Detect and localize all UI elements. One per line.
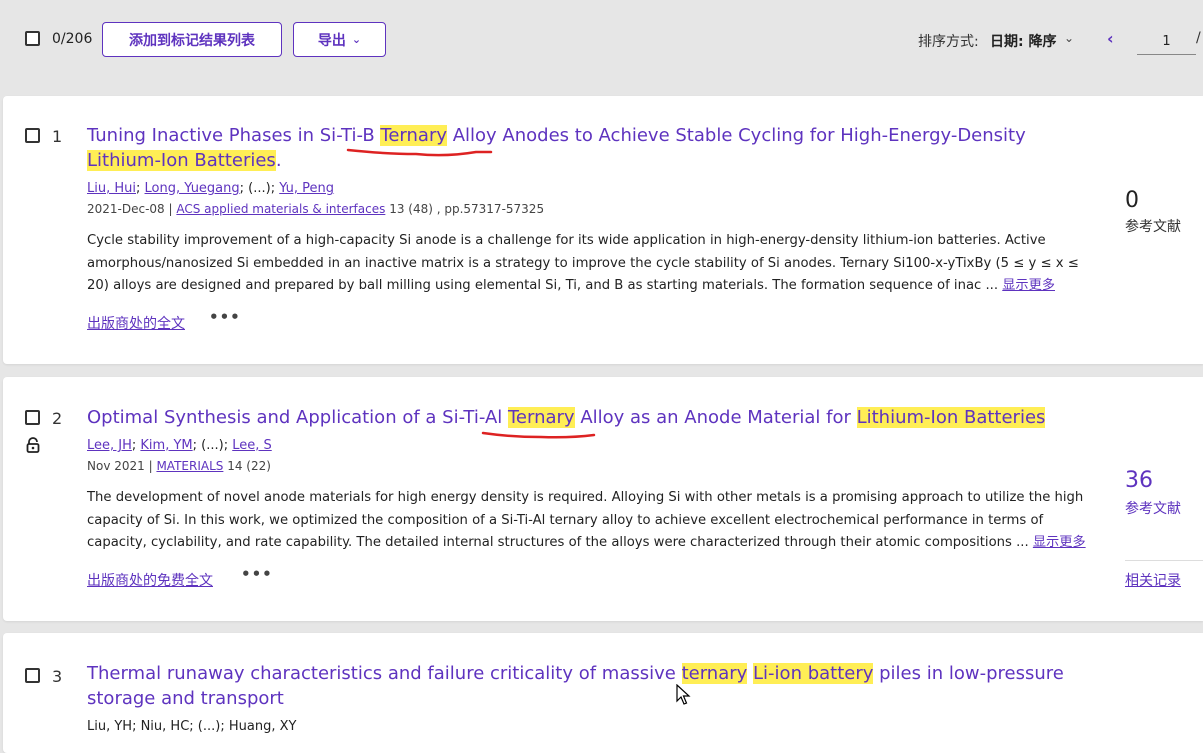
record-title-link[interactable]: Thermal runaway characteristics and fail… — [87, 661, 1087, 711]
reference-label-link[interactable]: 参考文献 — [1125, 498, 1181, 518]
reference-count: 0 — [1125, 188, 1139, 213]
reference-count-link[interactable]: 36 — [1125, 468, 1153, 493]
volume-info: 14 (22) — [227, 459, 271, 473]
title-text: Alloy as an Anode Material for — [574, 407, 857, 428]
record-checkbox[interactable] — [25, 410, 40, 425]
page-number-input[interactable] — [1137, 28, 1196, 55]
title-highlight: Lithium-Ion Batteries — [856, 407, 1046, 428]
export-label: 导出 — [317, 32, 346, 49]
title-highlight: Ternary — [508, 407, 575, 428]
record-authors: Liu, YH; Niu, HC; (...); Huang, XY — [87, 719, 297, 734]
record-number: 3 — [52, 667, 63, 686]
sort-label: 排序方式: — [918, 34, 979, 50]
author-link[interactable]: Liu, Hui — [87, 181, 136, 196]
selected-count: 0/206 — [52, 31, 93, 47]
record-abstract: The development of novel anode materials… — [87, 487, 1097, 555]
title-highlight: ternary — [681, 663, 748, 684]
show-more-link[interactable]: 显示更多 — [1002, 278, 1055, 293]
title-highlight: Li-ion battery — [753, 663, 874, 684]
record-card-2: 2 Optimal Synthesis and Application of a… — [3, 377, 1203, 621]
publisher-fulltext-link[interactable]: 出版商处的全文 — [87, 313, 185, 333]
prev-page-icon[interactable]: ‹ — [1107, 29, 1114, 48]
record-meta: Nov 2021 | MATERIALS 14 (22) — [87, 459, 271, 473]
publisher-free-fulltext-link[interactable]: 出版商处的免费全文 — [87, 570, 213, 590]
sort-chevron-down-icon[interactable]: ⌄ — [1064, 31, 1074, 45]
more-options-icon[interactable]: ••• — [241, 565, 273, 583]
volume-info: 13 (48) , pp.57317-57325 — [389, 202, 545, 216]
lock-open-icon — [26, 437, 40, 453]
red-underline-annotation — [481, 431, 596, 439]
author-link[interactable]: Kim, YM — [140, 438, 192, 453]
author-link[interactable]: Lee, JH — [87, 438, 132, 453]
export-button[interactable]: 导出 ⌄ — [293, 22, 386, 57]
record-title-link[interactable]: Optimal Synthesis and Application of a S… — [87, 405, 1087, 430]
results-toolbar: 0/206 添加到标记结果列表 导出 ⌄ 排序方式: 日期: 降序 ⌄ ‹ / — [0, 0, 1203, 84]
record-title-link[interactable]: Tuning Inactive Phases in Si-Ti-B Ternar… — [87, 123, 1087, 173]
publication-date: Nov 2021 — [87, 459, 145, 473]
record-number: 2 — [52, 409, 63, 428]
title-text: Tuning Inactive Phases in Si-Ti-B — [87, 125, 381, 146]
title-text: . — [275, 150, 282, 171]
record-authors: Lee, JH; Kim, YM; (...); Lee, S — [87, 438, 272, 453]
mouse-cursor-icon — [676, 684, 691, 705]
divider — [1125, 560, 1203, 561]
select-all-checkbox[interactable] — [25, 31, 40, 46]
page-total-separator: / — [1196, 30, 1201, 46]
record-card-1: 1 Tuning Inactive Phases in Si-Ti-B Tern… — [3, 96, 1203, 364]
related-records-link[interactable]: 相关记录 — [1125, 570, 1181, 590]
author-link[interactable]: Yu, Peng — [279, 181, 334, 196]
red-underline-annotation — [346, 148, 493, 157]
record-card-3: 3 Thermal runaway characteristics and fa… — [3, 633, 1203, 753]
title-highlight: Ternary — [380, 125, 447, 146]
author-link[interactable]: Lee, S — [232, 438, 272, 453]
reference-label: 参考文献 — [1125, 219, 1181, 235]
record-authors: Liu, Hui; Long, Yuegang; (...); Yu, Peng — [87, 181, 335, 196]
title-text: Optimal Synthesis and Application of a S… — [87, 407, 508, 428]
abstract-text: The development of novel anode materials… — [87, 490, 1084, 550]
title-text: Thermal runaway characteristics and fail… — [87, 663, 682, 684]
author-link[interactable]: Long, Yuegang — [145, 181, 240, 196]
authors-ellipsis[interactable]: (...) — [201, 438, 224, 453]
title-highlight: Lithium-Ion Batteries — [87, 150, 276, 171]
sort-dropdown[interactable]: 日期: 降序 — [990, 31, 1056, 51]
record-meta: 2021-Dec-08 | ACS applied materials & in… — [87, 202, 545, 216]
add-to-marked-list-label: 添加到标记结果列表 — [129, 32, 255, 49]
show-more-link[interactable]: 显示更多 — [1033, 535, 1086, 550]
chevron-down-icon: ⌄ — [351, 33, 362, 46]
title-text: Alloy Anodes to Achieve Stable Cycling f… — [447, 125, 1026, 146]
journal-link[interactable]: ACS applied materials & interfaces — [176, 202, 385, 216]
record-checkbox[interactable] — [25, 128, 40, 143]
abstract-text: Cycle stability improvement of a high-ca… — [87, 233, 1079, 293]
authors-ellipsis[interactable]: (...) — [248, 181, 271, 196]
journal-link[interactable]: MATERIALS — [156, 459, 223, 473]
publication-date: 2021-Dec-08 — [87, 202, 165, 216]
record-checkbox[interactable] — [25, 668, 40, 683]
record-number: 1 — [52, 127, 63, 146]
record-abstract: Cycle stability improvement of a high-ca… — [87, 230, 1097, 298]
more-options-icon[interactable]: ••• — [209, 308, 241, 326]
add-to-marked-list-button[interactable]: 添加到标记结果列表 — [102, 22, 282, 57]
